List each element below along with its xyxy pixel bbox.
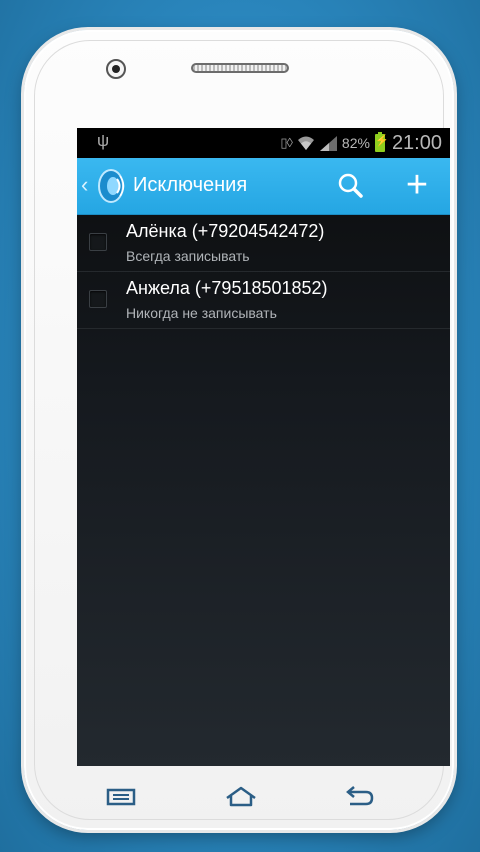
phone-frame: ψ ▯◊ 82% 21:00 ‹ [24,30,454,830]
battery-percent: 82% [341,135,370,151]
vibrate-icon: ▯◊ [280,135,293,150]
status-bar: ψ ▯◊ 82% 21:00 [77,128,450,158]
wifi-icon [297,136,314,150]
back-icon[interactable] [342,785,376,809]
usb-icon: ψ [97,131,110,150]
home-icon[interactable] [224,785,258,809]
search-icon[interactable] [333,168,369,204]
contact-name: Алёнка (+79204542472) [126,221,325,241]
list-item[interactable]: Анжела (+79518501852) Никогда не записыв… [77,272,450,329]
page-title: Исключения [133,174,248,196]
record-mode: Всегда записывать [126,248,250,264]
add-icon[interactable]: + [397,166,437,204]
nav-bar [24,765,454,825]
back-chevron-icon[interactable]: ‹ [81,172,88,198]
status-icons: ▯◊ 82% 21:00 [280,130,442,156]
item-checkbox[interactable] [89,233,107,251]
exceptions-list: Алёнка (+79204542472) Всегда записывать … [77,215,450,329]
action-bar: ‹ Исключения + [77,158,450,215]
record-mode: Никогда не записывать [126,305,277,321]
battery-charging-icon [374,132,389,152]
item-checkbox[interactable] [89,290,107,308]
app-logo-icon[interactable] [95,167,127,205]
menu-icon[interactable] [104,785,138,809]
cell-signal-icon [319,135,337,151]
contact-name: Анжела (+79518501852) [126,278,328,298]
status-clock: 21:00 [391,131,442,154]
screen: ψ ▯◊ 82% 21:00 ‹ [77,128,450,766]
list-item[interactable]: Алёнка (+79204542472) Всегда записывать [77,215,450,272]
earpiece-speaker [191,63,289,73]
front-camera [106,59,126,79]
